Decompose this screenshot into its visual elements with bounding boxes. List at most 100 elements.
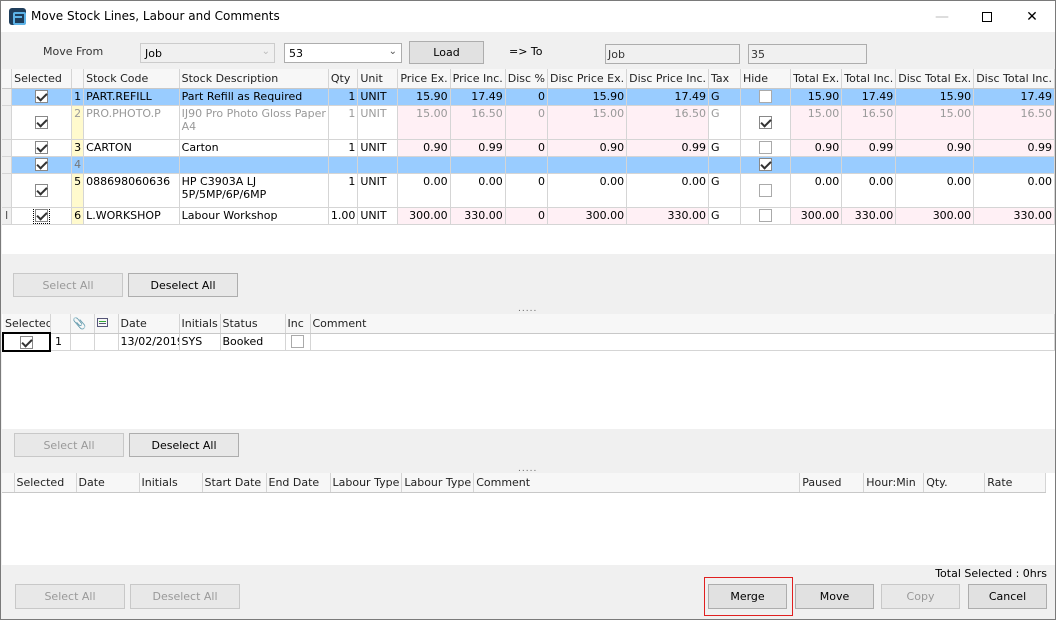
close-button[interactable]: ✕ [1009,1,1055,32]
col-total-ex[interactable]: Total Ex. [790,69,843,89]
splitter-handle-2[interactable]: ..... [518,465,538,474]
move-from-number-select[interactable]: 53 ⌄ [284,43,402,63]
col-selected[interactable]: Selected [3,314,51,334]
col-rate[interactable]: Rate [984,473,1047,493]
col-total-inc[interactable]: Total Inc. [841,69,897,89]
col-line-number[interactable] [71,69,85,89]
col-selected[interactable]: Selected [11,69,73,89]
col-qty[interactable]: Qty. [923,473,986,493]
total-ex-cell: 0.00 [790,173,843,208]
col-disc-price-inc[interactable]: Disc Price Inc. [626,69,710,89]
hide-cell[interactable] [740,88,792,106]
hide-checkbox[interactable] [759,115,773,129]
hide-checkbox[interactable] [759,90,773,103]
selected-checkbox[interactable] [35,141,49,154]
col-comment[interactable]: Comment [310,314,1055,334]
col-qty[interactable]: Qty [328,69,359,89]
comment-selected-cell[interactable] [2,332,51,352]
col-comment[interactable]: Comment [473,473,801,493]
col-disc-price-ex[interactable]: Disc Price Ex. [547,69,628,89]
hide-checkbox[interactable] [759,141,773,154]
col-price-inc[interactable]: Price Inc. [450,69,506,89]
col-disc-total-ex[interactable]: Disc Total Ex. [895,69,975,89]
maximize-button[interactable] [964,1,1010,32]
stock-select-all-button[interactable]: Select All [13,273,123,297]
stock-line-row[interactable]: 3 CARTON Carton 1 UNIT 0.90 0.99 0 0.90 0.99 G 0.90… [2,139,1055,157]
col-stock-description[interactable]: Stock Description [179,69,329,89]
move-from-type-select[interactable]: Job ⌄ [140,43,275,63]
col-paused[interactable]: Paused [799,473,865,493]
col-unit[interactable]: Unit [357,69,399,89]
minimize-button[interactable]: — [919,1,965,32]
price-ex-cell [397,156,451,174]
selected-cell[interactable] [11,156,73,174]
cancel-button[interactable]: Cancel [968,584,1047,609]
comment-row[interactable]: 1 13/02/2019 SYS Booked [2,332,1055,352]
row-indicator [2,173,13,208]
hide-cell[interactable] [740,156,792,174]
hide-cell[interactable] [740,139,792,157]
col-tax[interactable]: Tax [708,69,741,89]
col-end-date[interactable]: End Date [266,473,331,493]
stock-line-row[interactable]: 1 PART.REFILL Part Refill as Required 1 UNIT… [2,88,1055,106]
selected-checkbox[interactable] [20,335,33,349]
selected-checkbox[interactable] [33,207,51,223]
hide-cell[interactable] [740,207,792,225]
col-status[interactable]: Status [220,314,286,334]
copy-button[interactable]: Copy [881,584,960,609]
comments-select-all-button[interactable]: Select All [14,433,124,457]
col-initials[interactable]: Initials [179,314,221,334]
col-start-date[interactable]: Start Date [202,473,267,493]
stock-line-row[interactable]: 4 [2,156,1055,174]
attachment-icon[interactable]: 📎 [70,314,95,334]
inc-checkbox[interactable] [291,335,304,348]
note-cell [94,333,119,351]
stock-line-row[interactable]: 5 088698060636 HP C3903A LJ 5P/5MP/6P/6MP 1 U… [2,173,1055,208]
col-hide[interactable]: Hide [740,69,792,89]
stock-deselect-all-button[interactable]: Deselect All [128,273,238,297]
hide-cell[interactable] [740,105,792,140]
stock-description-cell: Part Refill as Required [179,88,329,106]
col-initials[interactable]: Initials [139,473,203,493]
selected-cell[interactable] [11,105,73,140]
comments-deselect-all-button[interactable]: Deselect All [129,433,239,457]
selected-cell[interactable] [11,207,73,225]
hide-checkbox[interactable] [759,209,773,222]
description-line-1: Part Refill as Required [181,89,303,103]
selected-cell[interactable] [11,88,73,106]
selected-checkbox[interactable] [35,183,49,197]
row-indicator-header [2,473,15,493]
hide-checkbox[interactable] [759,183,773,197]
merge-button[interactable]: Merge [708,584,787,609]
splitter-handle-1[interactable]: ..... [518,305,538,314]
col-labour-type[interactable]: Labour Type [330,473,403,493]
move-button[interactable]: Move [795,584,874,609]
labour-select-all-button[interactable]: Select All [15,584,125,609]
note-icon[interactable] [94,314,119,334]
selected-cell[interactable] [11,139,73,157]
col-date[interactable]: Date [118,314,180,334]
hide-cell[interactable] [740,173,792,208]
col-stock-code[interactable]: Stock Code [83,69,180,89]
selected-cell[interactable] [11,173,73,208]
selected-checkbox[interactable] [35,90,49,103]
col-disc-pct[interactable]: Disc % [505,69,549,89]
selected-checkbox[interactable] [35,158,49,171]
col-line-number[interactable] [50,314,71,334]
stock-line-row[interactable]: I 6 L.WORKSHOP Labour Workshop 1.00 UNIT 300.0… [2,207,1055,225]
col-disc-total-inc[interactable]: Disc Total Inc. [973,69,1055,89]
load-button[interactable]: Load [409,41,484,64]
inc-cell[interactable] [285,333,311,351]
hide-checkbox[interactable] [759,158,773,171]
col-hour-min[interactable]: Hour:Min [863,473,925,493]
selected-checkbox[interactable] [35,115,49,129]
col-selected[interactable]: Selected [14,473,77,493]
labour-deselect-all-button[interactable]: Deselect All [130,584,240,609]
stock-line-row[interactable]: 2 PRO.PHOTO.P IJ90 Pro Photo Gloss Paper A4… [2,105,1055,140]
col-inc[interactable]: Inc [285,314,311,334]
qty-cell: 1 [328,88,359,106]
line-number: 1 [50,333,71,351]
col-date[interactable]: Date [76,473,140,493]
col-price-ex[interactable]: Price Ex. [397,69,451,89]
col-labour-type-2[interactable]: Labour Type [401,473,475,493]
